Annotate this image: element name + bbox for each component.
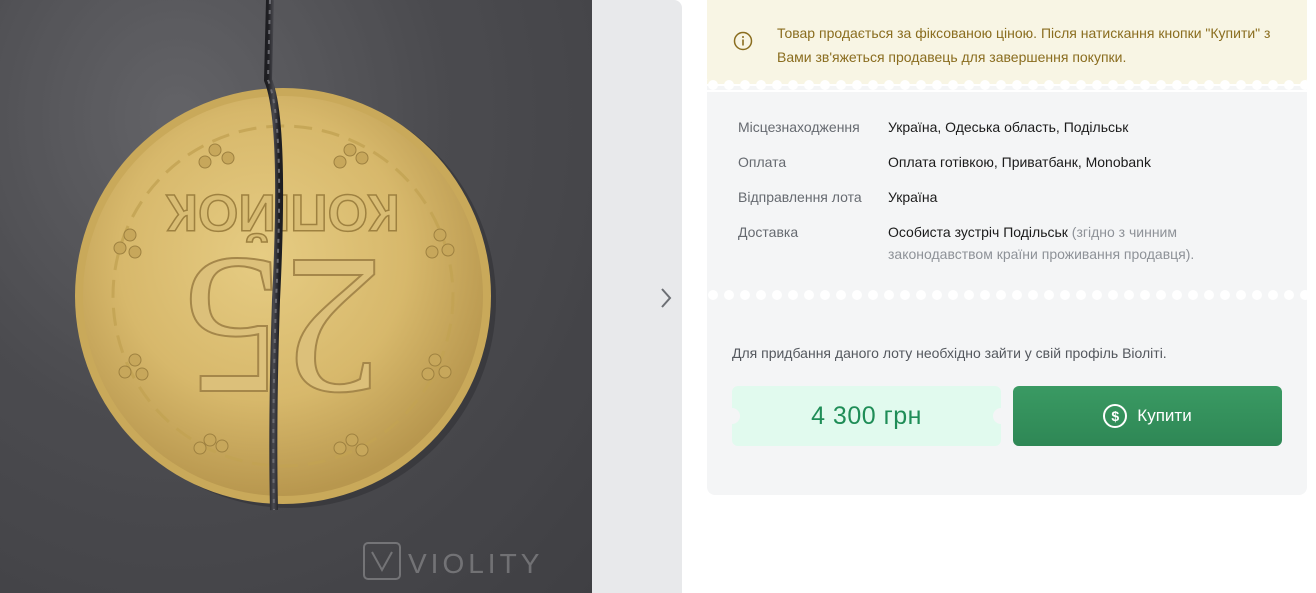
chevron-right-icon (661, 288, 672, 308)
notice-text: Товар продається за фіксованою ціною. Пі… (777, 25, 1271, 65)
gallery-next-button[interactable] (654, 282, 678, 314)
dollar-circle-icon: $ (1103, 404, 1128, 428)
detail-value: Україна, Одеська область, Подільськ (888, 119, 1129, 135)
lot-photo[interactable]: КОПІЙОК 25 VIOLITY (0, 0, 592, 593)
detail-value: Україна (888, 189, 938, 205)
purchase-panel: Для придбання даного лоту необхідно зайт… (707, 300, 1307, 495)
lot-page: КОПІЙОК 25 VIOLITY Товар продається за ф… (0, 0, 1316, 593)
detail-label: Доставка (738, 224, 799, 240)
login-hint: Для придбання даного лоту необхідно зайт… (732, 345, 1167, 361)
price-value: 4 300 грн (811, 401, 922, 430)
svg-text:VIOLITY: VIOLITY (408, 548, 543, 579)
detail-value: Оплата готівкою, Приватбанк, Monobank (888, 154, 1151, 170)
delivery-method: Особиста зустріч Подільськ (888, 224, 1068, 240)
detail-value: Особиста зустріч Подільськ (згідно з чин… (888, 221, 1258, 265)
coin-image: КОПІЙОК 25 VIOLITY (0, 0, 592, 593)
lot-details: Місцезнаходження Україна, Одеська област… (707, 92, 1307, 292)
info-icon (733, 31, 753, 51)
buy-button-label: Купити (1137, 406, 1192, 425)
detail-label: Оплата (738, 154, 787, 170)
detail-label: Місцезнаходження (738, 119, 860, 135)
detail-label: Відправлення лота (738, 189, 862, 205)
coin-denomination: 25 (183, 216, 383, 437)
price-tag: 4 300 грн (724, 386, 1009, 446)
fixed-price-notice: Товар продається за фіксованою ціною. Пі… (707, 0, 1307, 84)
perforation-divider (707, 290, 1307, 300)
buy-button[interactable]: $ Купити (1013, 386, 1282, 446)
perforation-divider (707, 80, 1307, 90)
